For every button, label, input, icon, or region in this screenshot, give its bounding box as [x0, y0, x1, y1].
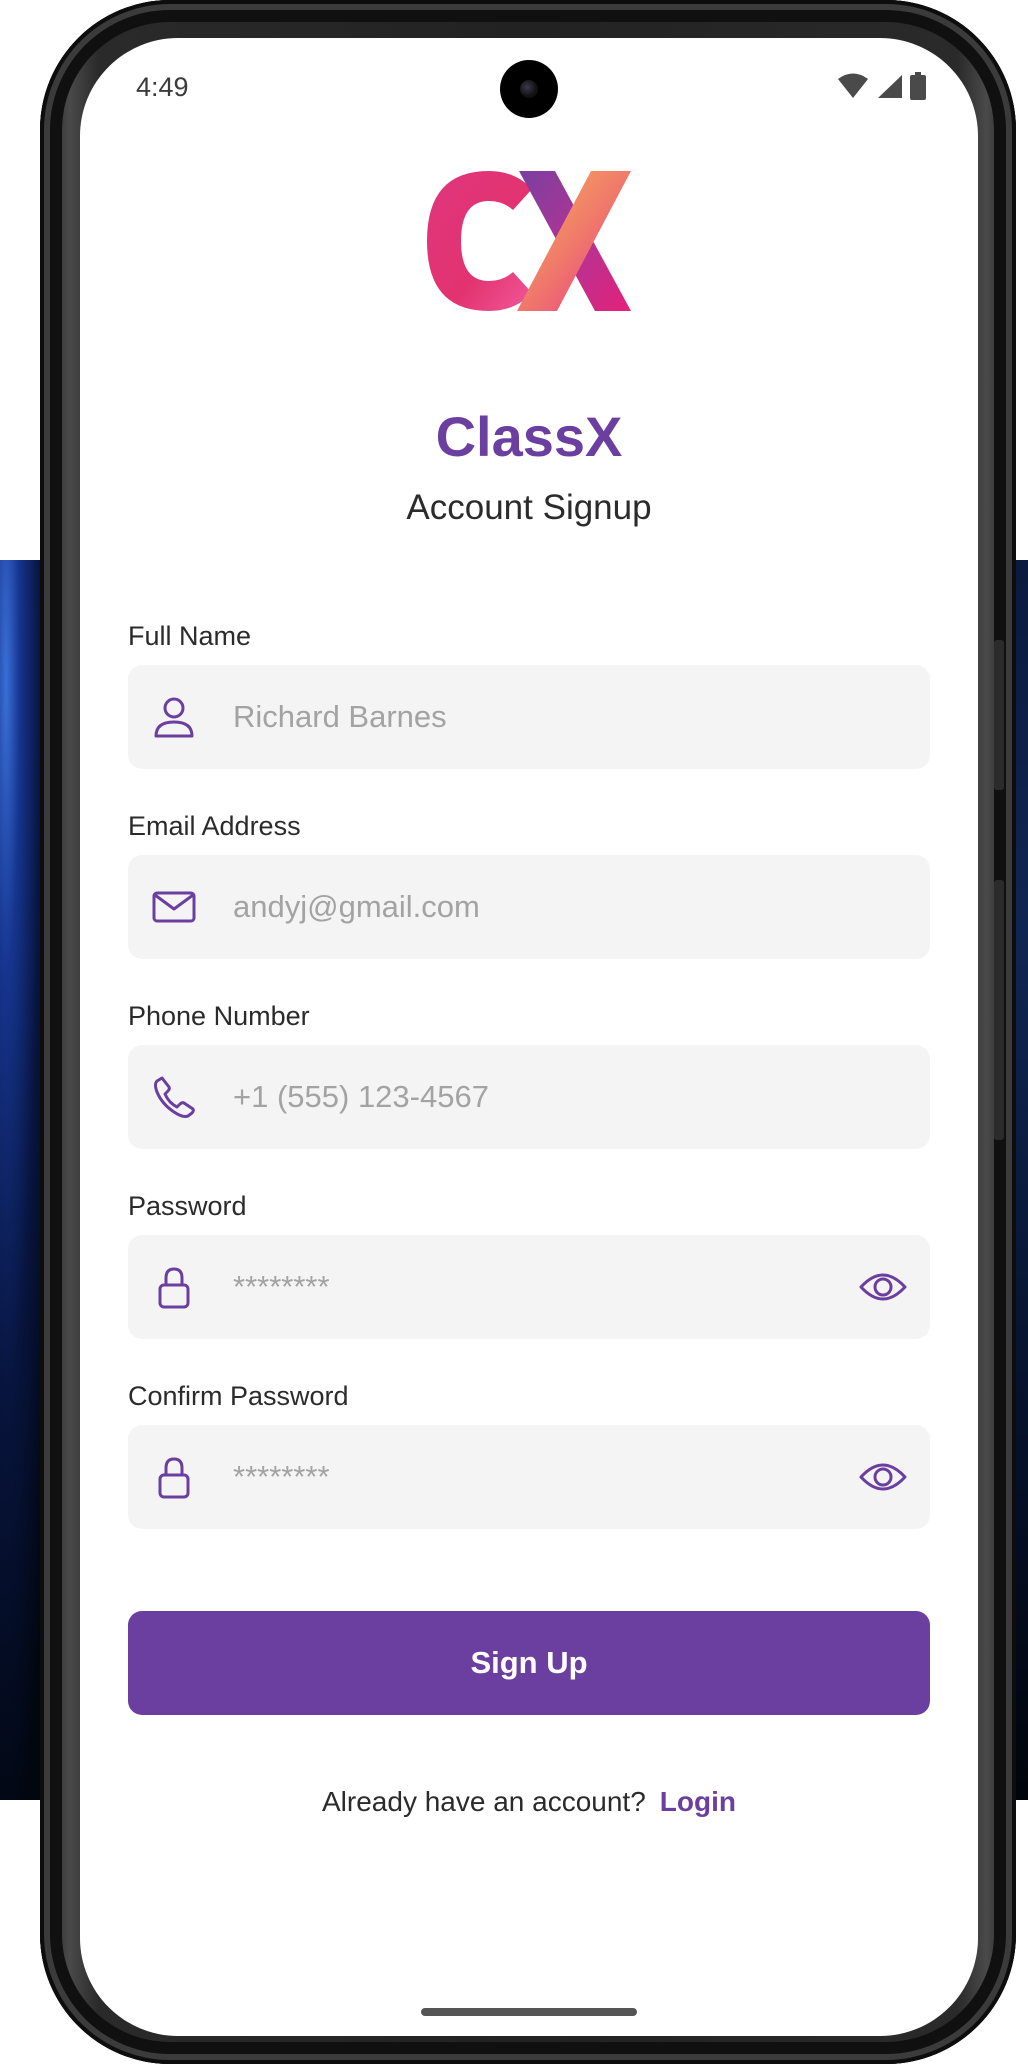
email-input[interactable]: andyj@gmail.com [233, 855, 480, 959]
confirm-password-label: Confirm Password [128, 1381, 349, 1411]
phone-input[interactable]: +1 (555) 123-4567 [233, 1045, 489, 1149]
app-title: ClassX [435, 405, 623, 468]
status-time: 4:49 [136, 72, 189, 102]
person-icon [154, 697, 194, 738]
device-canvas: 4:49 ClassX Account Signup Full Name Ric… [0, 0, 1028, 2064]
login-prompt-text: Already have an account? [322, 1786, 646, 1817]
eye-icon[interactable] [858, 1457, 908, 1497]
signal-icon [878, 75, 902, 98]
confirm-password-input[interactable]: ******** [233, 1425, 330, 1529]
full-name-input[interactable]: Richard Barnes [233, 665, 447, 769]
mail-icon [152, 891, 196, 923]
sign-up-button[interactable]: Sign Up [128, 1611, 930, 1715]
wifi-icon [838, 73, 868, 98]
login-prompt-row: Already have an account? Login [80, 1786, 978, 1818]
email-label: Email Address [128, 811, 301, 841]
app-screen: 4:49 ClassX Account Signup Full Name Ric… [80, 38, 978, 2036]
login-link[interactable]: Login [660, 1786, 736, 1817]
power-button [994, 880, 1004, 1140]
confirm-password-field[interactable]: ******** [128, 1425, 930, 1529]
lock-icon [158, 1457, 190, 1499]
password-field[interactable]: ******** [128, 1235, 930, 1339]
home-indicator[interactable] [421, 2008, 637, 2016]
eye-icon[interactable] [858, 1267, 908, 1307]
phone-label: Phone Number [128, 1001, 310, 1031]
phone-icon [154, 1076, 195, 1118]
password-input[interactable]: ******** [233, 1235, 330, 1339]
email-field[interactable]: andyj@gmail.com [128, 855, 930, 959]
status-icons [838, 72, 926, 100]
volume-button [994, 640, 1004, 790]
page-subtitle: Account Signup [406, 488, 652, 527]
phone-field[interactable]: +1 (555) 123-4567 [128, 1045, 930, 1149]
full-name-label: Full Name [128, 621, 252, 651]
lock-icon [158, 1267, 190, 1309]
classx-logo [427, 171, 631, 311]
front-camera [500, 60, 558, 118]
battery-icon [910, 72, 926, 100]
full-name-field[interactable]: Richard Barnes [128, 665, 930, 769]
password-label: Password [128, 1191, 247, 1221]
